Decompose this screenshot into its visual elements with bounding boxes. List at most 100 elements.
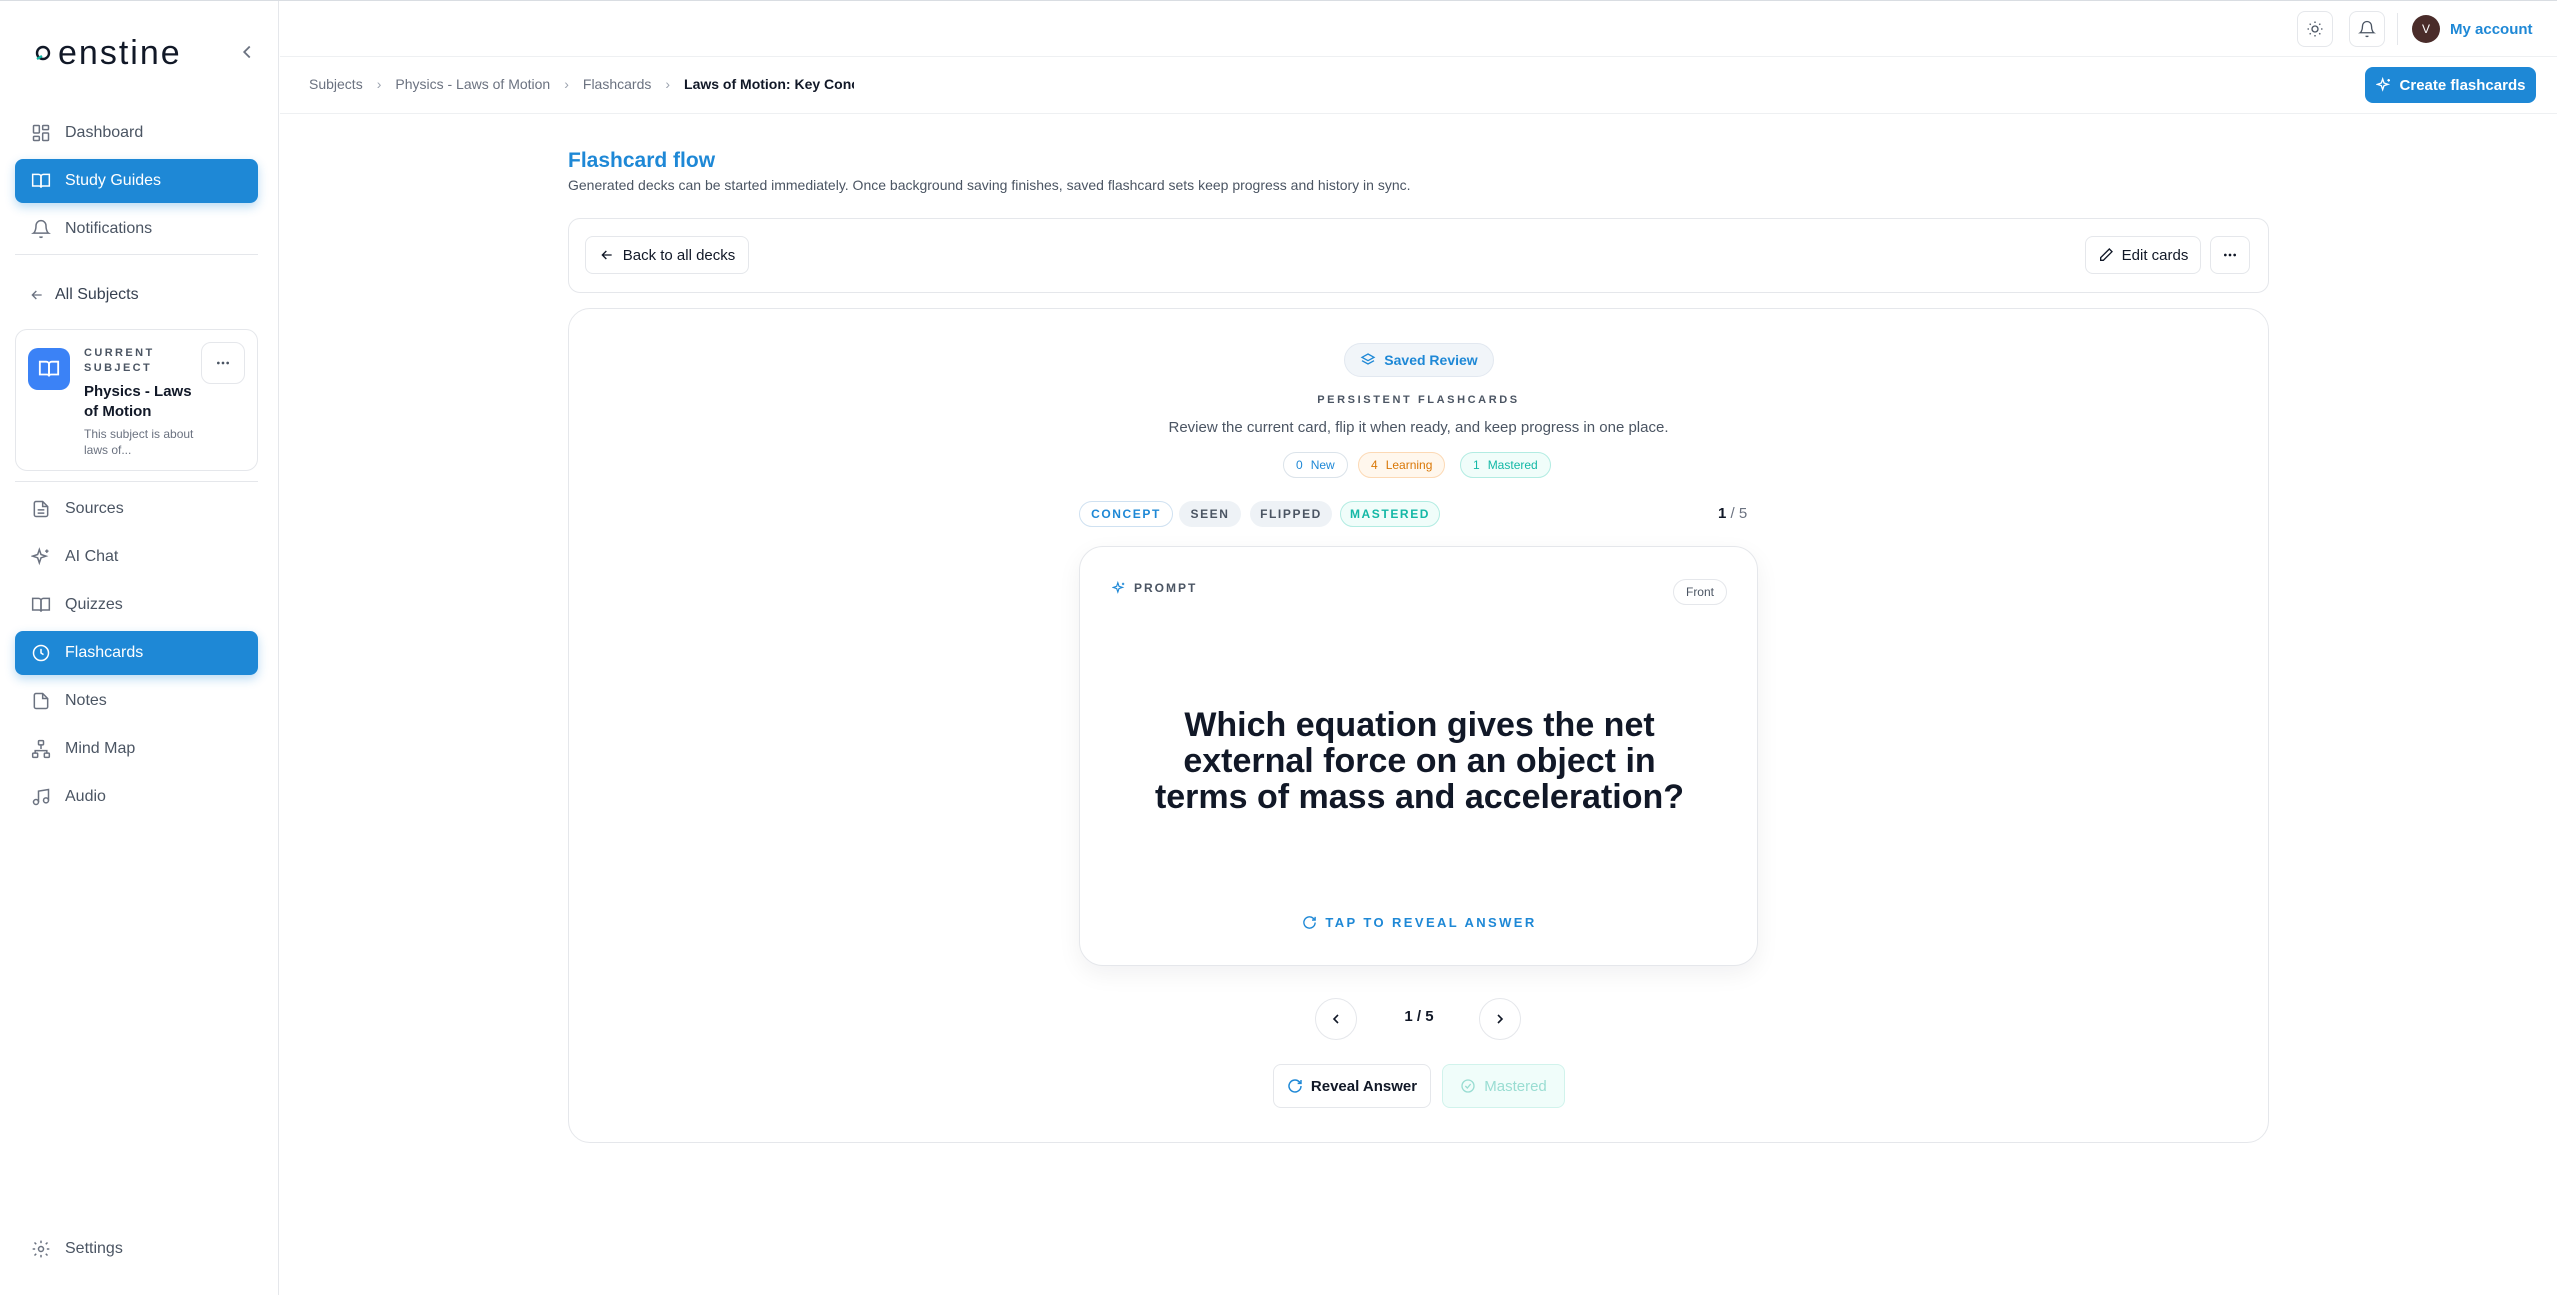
sidebar-item-notifications[interactable]: Notifications (15, 207, 258, 251)
create-flashcards-button[interactable]: Create flashcards (2365, 67, 2536, 103)
sidebar-item-quizzes[interactable]: Quizzes (15, 583, 258, 627)
next-card-button[interactable] (1479, 998, 1521, 1040)
edit-cards-label: Edit cards (2121, 246, 2189, 264)
brand-name: enstine (58, 34, 182, 72)
book-open-icon (31, 173, 51, 188)
sidebar-item-label: AI Chat (65, 548, 119, 565)
reveal-answer-label: Reveal Answer (1310, 1077, 1418, 1095)
book-open-icon (28, 348, 70, 390)
pencil-icon (2099, 248, 2113, 261)
arrow-left-icon (31, 290, 42, 300)
all-subjects-link[interactable]: All Subjects (15, 273, 258, 317)
reveal-answer-button[interactable]: Reveal Answer (1273, 1064, 1431, 1108)
music-icon (32, 788, 50, 806)
mastered-button-label: Mastered (1484, 1077, 1547, 1095)
learning-count: 4 (1371, 458, 1378, 472)
breadcrumb-subject[interactable]: Physics - Laws of Motion (395, 76, 550, 92)
sidebar-item-mind-map[interactable]: Mind Map (15, 727, 258, 771)
more-options-button[interactable] (2210, 236, 2250, 274)
mastered-count: 1 (1473, 458, 1480, 472)
layers-icon (1360, 353, 1376, 365)
current-subject-caption: CURRENT SUBJECT (84, 347, 155, 374)
app-window: enstine Dashboard Study Guides Notificat… (0, 0, 2557, 1295)
clock-icon (32, 644, 50, 662)
sidebar-divider (15, 254, 258, 255)
note-icon (33, 692, 49, 710)
tap-to-reveal-label: TAP TO REVEAL ANSWER (1325, 915, 1537, 930)
breadcrumb: Subjects › Physics - Laws of Motion › Fl… (309, 76, 854, 92)
sidebar: enstine Dashboard Study Guides Notificat… (0, 1, 279, 1295)
sidebar-item-sources[interactable]: Sources (15, 487, 258, 531)
card-pager: 1 / 5 (1404, 1008, 1434, 1025)
sidebar-item-study-guides[interactable]: Study Guides (15, 159, 258, 203)
breadcrumb-current: Laws of Motion: Key Conce (684, 76, 855, 92)
sidebar-item-label: Sources (65, 500, 124, 517)
new-count-badge: 0 New (1283, 452, 1348, 478)
sidebar-item-notes[interactable]: Notes (15, 679, 258, 723)
tag-mastered: MASTERED (1340, 501, 1440, 527)
sidebar-item-flashcards[interactable]: Flashcards (15, 631, 258, 675)
logo-mark-icon (35, 45, 51, 61)
create-flashcards-label: Create flashcards (2399, 76, 2526, 94)
dashboard-icon (32, 124, 50, 142)
sidebar-item-label: Quizzes (65, 596, 123, 613)
deck-toolbar: Back to all decks Edit cards (568, 218, 2269, 293)
mastered-label: Mastered (1487, 458, 1538, 472)
sidebar-item-ai-chat[interactable]: AI Chat (15, 535, 258, 579)
tag-flipped: FLIPPED (1250, 501, 1332, 527)
new-label: New (1310, 458, 1335, 472)
mastered-count-badge: 1 Mastered (1460, 452, 1551, 478)
learning-count-badge: 4 Learning (1358, 452, 1446, 478)
saved-review-label: Saved Review (1384, 352, 1478, 368)
back-to-decks-button[interactable]: Back to all decks (585, 236, 749, 274)
sidebar-item-settings[interactable]: Settings (15, 1227, 258, 1271)
page-subtitle: Generated decks can be started immediate… (568, 177, 1411, 193)
subject-more-button[interactable] (201, 342, 245, 384)
breadcrumb-flashcards[interactable]: Flashcards (583, 76, 651, 92)
sidebar-item-label: Settings (65, 1240, 123, 1257)
sidebar-item-label: Audio (65, 788, 106, 805)
chevron-right-icon: › (564, 76, 569, 92)
all-subjects-label: All Subjects (55, 286, 139, 303)
brand-logo[interactable]: enstine (34, 35, 182, 71)
sidebar-item-label: Flashcards (65, 644, 144, 661)
flashcard-question: Which equation gives the net external fo… (1154, 706, 1685, 816)
notifications-button[interactable] (2349, 11, 2385, 47)
current-subject-card[interactable]: CURRENT SUBJECT Physics - Laws of Motion… (15, 329, 258, 471)
prompt-label: PROMPT (1112, 581, 1197, 595)
tag-concept: CONCEPT (1079, 501, 1173, 527)
review-description: Review the current card, flip it when re… (1168, 419, 1669, 436)
sidebar-divider (15, 481, 258, 482)
refresh-icon (1303, 916, 1317, 929)
refresh-icon (1288, 1079, 1302, 1093)
check-circle-icon (1461, 1079, 1475, 1093)
avatar: V (2412, 15, 2440, 43)
sidebar-item-audio[interactable]: Audio (15, 775, 258, 819)
tap-to-reveal[interactable]: TAP TO REVEAL ANSWER (1080, 915, 1759, 930)
book-icon (31, 597, 51, 612)
gear-icon (32, 1240, 50, 1258)
review-heading: PERSISTENT FLASHCARDS (1317, 394, 1520, 406)
chevron-right-icon: › (665, 76, 671, 92)
current-subject-name: Physics - Laws of Motion (84, 383, 192, 420)
mastered-button[interactable]: Mastered (1442, 1064, 1565, 1108)
account-label: My account (2450, 20, 2533, 38)
learning-label: Learning (1385, 458, 1433, 472)
prompt-label-text: PROMPT (1134, 581, 1198, 595)
flashcard[interactable]: PROMPT Front Which equation gives the ne… (1079, 546, 1758, 966)
chevron-right-icon: › (376, 76, 382, 92)
card-side-badge: Front (1673, 579, 1727, 605)
previous-card-button[interactable] (1315, 998, 1357, 1040)
sidebar-item-label: Mind Map (65, 740, 136, 757)
chevron-left-icon[interactable] (236, 41, 258, 63)
mind-map-icon (31, 739, 51, 759)
account-menu[interactable]: V My account (2412, 11, 2533, 47)
sparkles-icon (1112, 581, 1125, 594)
sun-icon (2307, 21, 2323, 37)
breadcrumb-subjects[interactable]: Subjects (309, 76, 363, 92)
theme-toggle-button[interactable] (2297, 11, 2333, 47)
sidebar-item-dashboard[interactable]: Dashboard (15, 111, 258, 155)
edit-cards-button[interactable]: Edit cards (2085, 236, 2201, 274)
sidebar-item-label: Dashboard (65, 124, 144, 141)
bell-icon (2358, 20, 2376, 38)
